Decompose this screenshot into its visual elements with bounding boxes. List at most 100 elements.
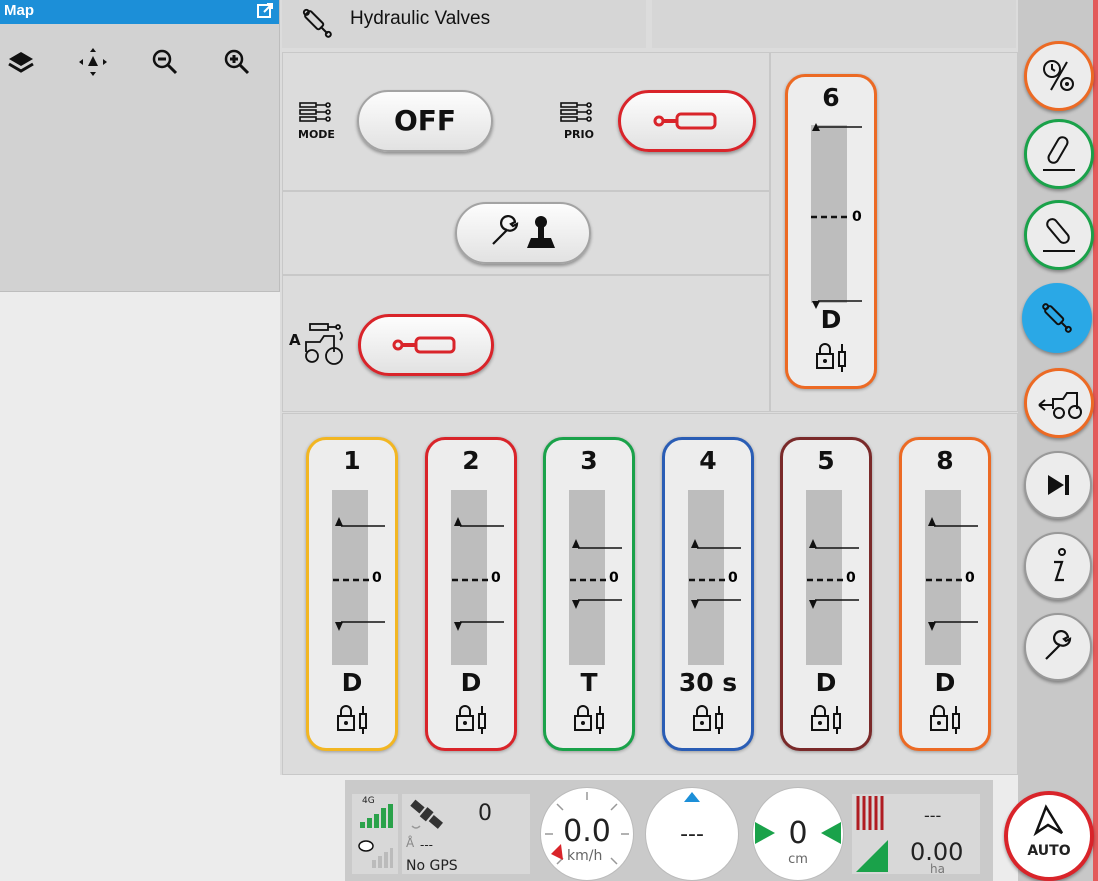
- auto-letter: A: [289, 331, 301, 349]
- offset-gauge: 0 cm: [752, 787, 844, 881]
- info-icon: [1054, 548, 1066, 582]
- area-top-value: ---: [924, 806, 942, 825]
- offset-unit: cm: [788, 852, 808, 867]
- valve-6-card[interactable]: 6 0 D: [785, 74, 877, 389]
- sidebar-item-hydraulic-valves[interactable]: [1022, 283, 1092, 353]
- sidebar-edge: [1093, 0, 1098, 881]
- lock-cylinder-icon: [335, 704, 371, 740]
- auto-cylinder-button[interactable]: [358, 314, 494, 376]
- valve-mode: D: [341, 668, 363, 697]
- sidebar-item-next[interactable]: [1024, 451, 1092, 519]
- valve-zero-label: 0: [491, 570, 501, 586]
- map-panel: [0, 0, 280, 292]
- wrench-icon: [492, 215, 519, 245]
- expand-icon[interactable]: [256, 2, 274, 20]
- lock-cylinder-icon: [572, 704, 608, 740]
- hitch-lower-icon: [1043, 218, 1075, 252]
- wifi-signal-icon: [358, 840, 393, 868]
- sidebar-item-hitch-raise[interactable]: [1024, 119, 1094, 189]
- mode-label: MODE: [298, 128, 335, 141]
- valve-flow-scale: [807, 539, 859, 609]
- valve-5-card[interactable]: 5 0 D: [780, 437, 872, 751]
- valve-2-card[interactable]: 2 0 D: [425, 437, 517, 751]
- heading-value: ---: [680, 822, 704, 847]
- gps-status-text: No GPS: [406, 858, 458, 874]
- valve-number: 8: [936, 446, 954, 475]
- valve-flow-scale: [926, 517, 978, 631]
- valve-4-card[interactable]: 4 0 30 s: [662, 437, 754, 751]
- valve-1-card[interactable]: 1 0 D: [306, 437, 398, 751]
- page-title: Hydraulic Valves: [350, 8, 491, 29]
- valve-mode: D: [460, 668, 482, 697]
- speed-gauge: 0.0 km/h: [540, 787, 634, 881]
- valve-number: 5: [817, 446, 835, 475]
- auto-steer-icon: [1033, 804, 1064, 837]
- network-status: 4G: [352, 794, 398, 874]
- gps-status: 0 Å --- No GPS: [402, 794, 530, 874]
- valve-zero-label: 0: [965, 570, 975, 586]
- sidebar-item-info[interactable]: [1024, 532, 1092, 600]
- timer-gear-icon: [1043, 60, 1074, 91]
- tractor-reverse-icon: [1038, 392, 1082, 419]
- valve-zero-label: 0: [609, 570, 619, 586]
- lock-cylinder-icon: [816, 343, 846, 372]
- sidebar-item-tractor-reverse[interactable]: [1024, 368, 1094, 438]
- satellite-icon: [410, 799, 444, 829]
- sidebar-item-service[interactable]: [1024, 613, 1092, 681]
- auto-panel: [282, 275, 770, 412]
- red-cylinder-icon: [653, 112, 717, 130]
- valve-flow-scale: [570, 539, 622, 609]
- satellite-count: 0: [478, 801, 492, 826]
- area-status: --- 0.00 ha: [852, 794, 980, 876]
- sections-icon: [856, 796, 884, 830]
- tractor-auto-icon: [305, 323, 343, 365]
- sidebar-item-timer-settings[interactable]: [1024, 41, 1094, 111]
- layers-icon[interactable]: [5, 46, 37, 78]
- offset-value: 0: [788, 816, 808, 851]
- zoom-out-icon[interactable]: [149, 46, 181, 78]
- auto-label: AUTO: [1027, 843, 1071, 859]
- area-unit: ha: [930, 862, 945, 876]
- cell-signal-icon: [360, 804, 393, 828]
- valve-priority-icon: [560, 102, 592, 122]
- sidebar-item-hitch-lower[interactable]: [1024, 200, 1094, 270]
- zoom-in-icon[interactable]: [221, 46, 253, 78]
- red-cylinder-icon: [392, 336, 456, 354]
- prio-label: PRIO: [564, 128, 594, 141]
- heading-arrow-icon: [684, 792, 700, 802]
- heading-gauge: ---: [645, 787, 739, 881]
- valve-mode: T: [580, 668, 598, 697]
- pan-icon[interactable]: [77, 46, 109, 78]
- skip-forward-icon: [1048, 475, 1069, 495]
- wrench-icon: [1045, 630, 1072, 660]
- valve-flow-scale: [333, 517, 385, 631]
- speed-value: 0.0: [563, 814, 611, 849]
- valve-8-card[interactable]: 8 0 D: [899, 437, 991, 751]
- auto-steer-button[interactable]: AUTO: [1004, 791, 1094, 881]
- map-title: Map: [4, 2, 34, 19]
- header-empty-tab: [652, 0, 1016, 48]
- valve-mode: D: [934, 668, 956, 697]
- lock-cylinder-icon: [691, 704, 727, 740]
- valve-zero-label: 0: [728, 570, 738, 586]
- area-coverage-icon: [856, 840, 888, 872]
- valve-flow-scale: [452, 517, 504, 631]
- valve-number: 1: [343, 446, 361, 475]
- mode-off-button[interactable]: OFF: [357, 90, 493, 152]
- valve-mode: D: [820, 305, 842, 334]
- valve-number: 6: [822, 83, 840, 112]
- priority-cylinder-button[interactable]: [618, 90, 756, 152]
- valve-zero-label: 0: [372, 570, 382, 586]
- lock-cylinder-icon: [928, 704, 964, 740]
- antenna-glyph: Å: [406, 836, 415, 850]
- valve-mode: D: [815, 668, 837, 697]
- map-title-bar: Map: [0, 0, 279, 24]
- valve-3-card[interactable]: 3 0 T: [543, 437, 635, 751]
- valve-zero-label: 0: [846, 570, 856, 586]
- gps-value: ---: [420, 838, 433, 852]
- valve-number: 2: [462, 446, 480, 475]
- valve-zero-label: 0: [852, 209, 862, 225]
- valve-flow-scale: [689, 539, 741, 609]
- manual-control-button[interactable]: [455, 202, 591, 264]
- mode-off-label: OFF: [393, 104, 457, 137]
